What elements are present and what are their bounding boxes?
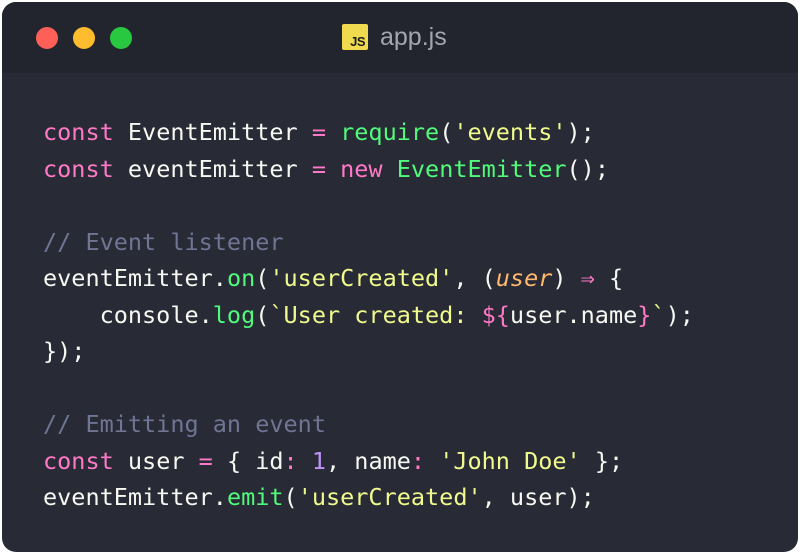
code-line: const EventEmitter = require('events');: [43, 114, 694, 151]
code-token: { id: [212, 446, 284, 475]
javascript-icon-label: JS: [350, 34, 365, 49]
code-token: );: [665, 300, 694, 329]
code-line: // Emitting an event: [43, 406, 694, 443]
comment-token: // Emitting an event: [43, 410, 326, 438]
function-token: emit: [226, 483, 284, 511]
string-token: 'userCreated': [269, 264, 454, 292]
function-token: on: [226, 264, 256, 292]
code-token: eventEmitter.: [43, 264, 227, 292]
javascript-file-icon: JS: [342, 24, 368, 50]
keyword-token: const: [43, 118, 114, 146]
keyword-token: const: [43, 446, 114, 475]
code-token: };: [580, 446, 624, 475]
code-line: eventEmitter.emit('userCreated', user);: [43, 479, 694, 516]
function-token: log: [212, 300, 256, 329]
code-token: , name: [326, 446, 411, 475]
operator-token: ⇒: [580, 264, 595, 292]
operator-token: =: [311, 154, 326, 183]
string-token: 'events': [453, 118, 567, 146]
code-token: ();: [566, 154, 609, 183]
code-token: user: [113, 446, 199, 475]
code-token: ): [552, 264, 581, 292]
code-token: , user);: [481, 483, 595, 511]
minimize-button[interactable]: [73, 27, 95, 49]
operator-token: :: [283, 446, 298, 475]
string-token: 'John Doe': [439, 446, 581, 475]
file-tab[interactable]: JS app.js: [342, 20, 447, 54]
code-token: eventEmitter: [113, 154, 312, 183]
code-token: });: [43, 337, 86, 365]
file-name: app.js: [380, 22, 447, 51]
code-line: eventEmitter.on('userCreated', (user) ⇒ …: [43, 260, 694, 297]
code-window: JS app.js const EventEmitter = require('…: [2, 2, 798, 552]
code-token: console.: [43, 300, 213, 329]
code-token: user.name: [509, 300, 638, 329]
operator-token: =: [198, 446, 213, 475]
close-button[interactable]: [36, 27, 58, 49]
code-line: });: [43, 333, 694, 370]
function-token: require: [340, 118, 440, 146]
function-token: EventEmitter: [396, 154, 567, 183]
code-line: const user = { id: 1, name: 'John Doe' }…: [43, 443, 694, 480]
code-token: );: [566, 118, 595, 146]
code-line: const eventEmitter = new EventEmitter();: [43, 151, 694, 188]
parameter-token: user: [495, 264, 553, 292]
code-token: (: [255, 300, 270, 329]
keyword-token: new: [340, 154, 383, 183]
string-token: 'userCreated': [297, 483, 482, 511]
string-token: `User created:: [269, 300, 482, 329]
code-line: // Event listener: [43, 224, 694, 261]
code-token: EventEmitter: [113, 118, 312, 146]
operator-token: :: [410, 446, 426, 475]
code-token: {: [594, 264, 624, 292]
code-block: const EventEmitter = require('events'); c…: [43, 114, 694, 516]
operator-token: =: [311, 118, 326, 146]
code-token: eventEmitter.: [43, 483, 227, 511]
maximize-button[interactable]: [110, 27, 132, 49]
code-token: (: [255, 264, 270, 292]
code-token: (: [283, 483, 298, 511]
comment-token: // Event listener: [43, 227, 284, 256]
keyword-token: }: [637, 300, 652, 329]
code-token: (: [439, 118, 454, 146]
title-bar: JS app.js: [2, 2, 798, 73]
string-token: `: [651, 300, 666, 329]
keyword-token: ${: [481, 300, 510, 329]
number-token: 1: [311, 446, 327, 475]
keyword-token: const: [43, 154, 114, 183]
code-line: console.log(`User created: ${user.name}`…: [43, 297, 694, 334]
code-token: , (: [453, 264, 496, 292]
